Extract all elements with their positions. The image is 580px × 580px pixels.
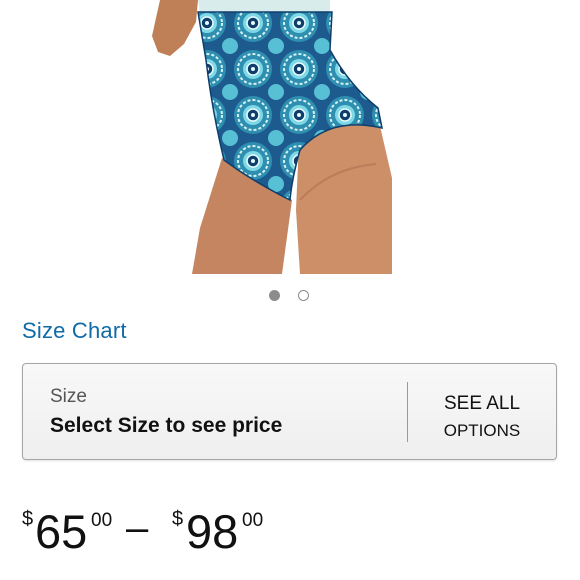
- carousel-indicator: [0, 289, 580, 303]
- min-price-whole: 65: [35, 505, 88, 558]
- max-price-fraction: 00: [242, 510, 264, 531]
- divider: [407, 382, 408, 442]
- carousel-dot[interactable]: [298, 290, 309, 301]
- currency-symbol: $: [22, 508, 34, 530]
- currency-symbol: $: [172, 508, 184, 530]
- options-label: OPTIONS: [443, 421, 521, 440]
- product-image[interactable]: [0, 0, 580, 280]
- see-all-label: SEE ALL: [443, 393, 521, 414]
- swimsuit-photo: [152, 0, 392, 274]
- size-selector[interactable]: Size Select Size to see price SEE ALL OP…: [22, 363, 557, 460]
- carousel-dot-active[interactable]: [269, 290, 280, 301]
- max-price-whole: 98: [186, 505, 239, 558]
- price-separator: –: [126, 506, 149, 550]
- min-price-fraction: 00: [91, 510, 113, 531]
- size-selector-value: Select Size to see price: [50, 414, 283, 437]
- see-all-options-button[interactable]: SEE ALL OPTIONS: [423, 390, 541, 444]
- size-chart-link[interactable]: Size Chart: [22, 318, 127, 344]
- size-selector-label: Size: [50, 386, 87, 407]
